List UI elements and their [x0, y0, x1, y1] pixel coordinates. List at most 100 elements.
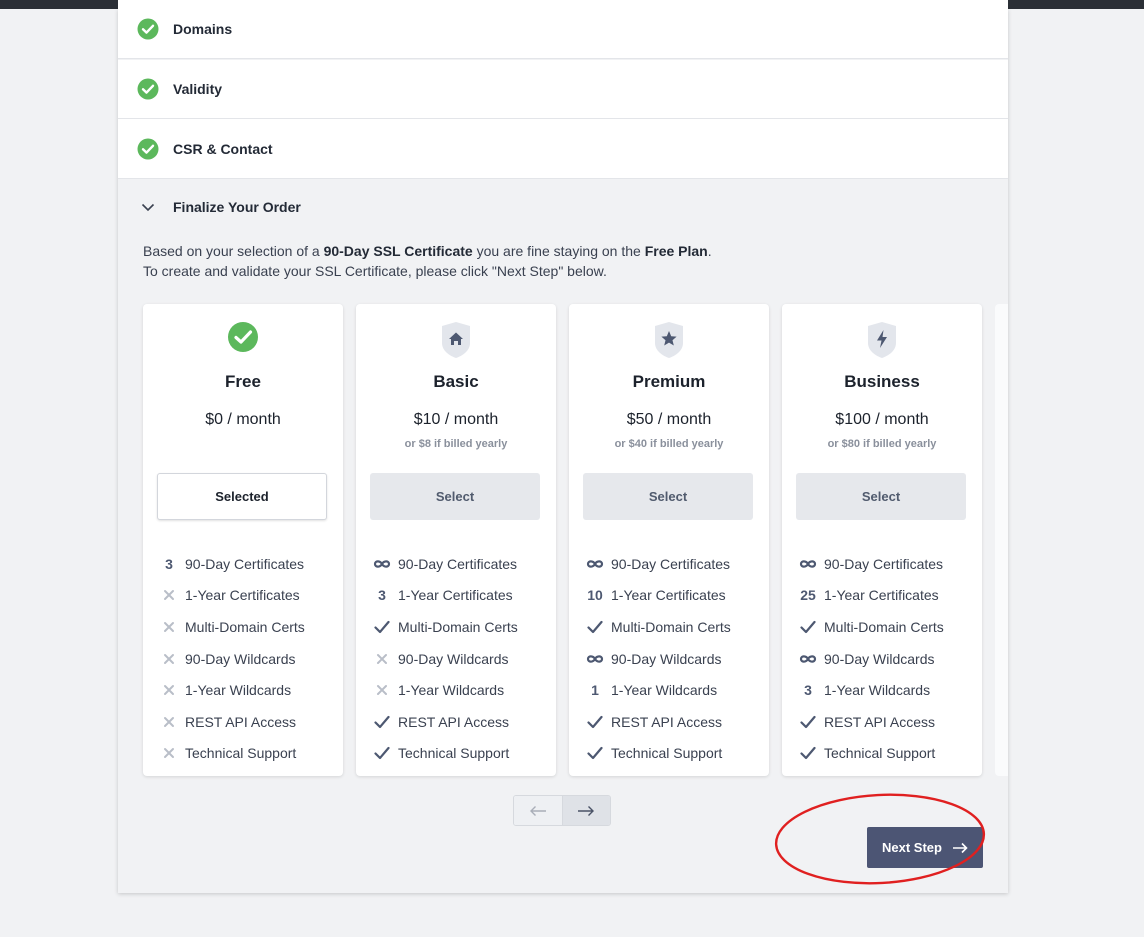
plan-name: Basic [433, 372, 479, 391]
intro-text: you are fine staying on the [472, 243, 645, 259]
plan-feature: 90-Day Wildcards [586, 649, 721, 669]
feature-label: Multi-Domain Certs [398, 619, 518, 635]
step-csr-contact[interactable]: CSR & Contact [118, 119, 1008, 179]
feature-label: Technical Support [824, 745, 936, 761]
arrow-left-icon [529, 805, 546, 816]
feature-label: 90-Day Wildcards [398, 651, 509, 667]
step-label: Domains [173, 21, 233, 37]
plan-feature: Multi-Domain Certs [373, 617, 518, 637]
plan-feature: 90-Day Wildcards [373, 649, 508, 669]
home-shield-icon [440, 321, 472, 359]
plan-pager [513, 795, 611, 826]
check-icon [799, 713, 817, 731]
check-circle-icon [137, 78, 159, 100]
plan-feature: REST API Access [160, 712, 296, 732]
plan-feature: 1-Year Wildcards [160, 680, 291, 700]
feature-label: 90-Day Certificates [611, 556, 731, 572]
plan-feature: 3 90-Day Certificates [160, 554, 304, 574]
plan-price: $100 / month [835, 411, 929, 428]
count-value: 3 [378, 587, 386, 603]
arrow-right-icon [578, 805, 595, 816]
feature-label: 1-Year Wildcards [824, 682, 931, 698]
infinity-icon [799, 650, 817, 668]
check-circle-icon [137, 138, 159, 159]
feature-label: 1-Year Wildcards [398, 682, 505, 698]
cross-icon [160, 681, 178, 699]
plan-selected-button[interactable]: Selected [157, 473, 327, 520]
intro-text: Based on your selection of a [143, 243, 324, 259]
plan-yearly-price: or $80 if billed yearly [827, 438, 937, 450]
feature-label: REST API Access [824, 714, 936, 730]
feature-label: 1-Year Wildcards [185, 682, 292, 698]
feature-label: 90-Day Certificates [824, 556, 944, 572]
chevron-down-icon [141, 203, 155, 212]
feature-label: 90-Day Wildcards [185, 651, 296, 667]
step-validity[interactable]: Validity [118, 60, 1008, 119]
check-icon [586, 744, 604, 762]
check-icon [799, 744, 817, 762]
plan-feature: 10 1-Year Certificates [586, 585, 726, 605]
plan-price: $0 / month [205, 411, 281, 428]
feature-label: 90-Day Wildcards [611, 651, 722, 667]
plan-feature: Multi-Domain Certs [799, 617, 944, 637]
plan-card-basic: Basic $10 / month or $8 if billed yearly Se… [356, 304, 556, 776]
feature-label: REST API Access [185, 714, 297, 730]
infinity-icon [586, 555, 604, 573]
plan-feature: Technical Support [586, 743, 722, 763]
infinity-icon [799, 555, 817, 573]
step-label: Validity [173, 81, 223, 97]
feature-label: 90-Day Wildcards [824, 651, 935, 667]
feature-label: 1-Year Certificates [611, 587, 726, 603]
star-shield-icon [653, 321, 685, 359]
cross-icon [160, 650, 178, 668]
plan-feature: 90-Day Certificates [799, 554, 943, 574]
plan-feature: 90-Day Wildcards [160, 649, 295, 669]
plan-feature: 90-Day Certificates [373, 554, 517, 574]
bolt-shield-icon [866, 321, 898, 359]
count-value: 10 [587, 587, 603, 603]
feature-label: REST API Access [611, 714, 723, 730]
step-domains[interactable]: Domains [118, 0, 1008, 59]
plan-select-button[interactable]: Select [796, 473, 966, 520]
plan-name: Business [844, 372, 920, 391]
feature-label: Technical Support [185, 745, 297, 761]
feature-label: Technical Support [398, 745, 510, 761]
plan-feature: 3 1-Year Wildcards [799, 680, 930, 700]
cross-icon [373, 650, 391, 668]
count-value: 3 [165, 556, 173, 572]
count-value: 25 [800, 587, 816, 603]
infinity-icon [373, 555, 391, 573]
count-value: 1 [591, 682, 599, 698]
feature-label: 1-Year Certificates [398, 587, 513, 603]
plan-feature: REST API Access [586, 712, 722, 732]
feature-label: 1-Year Certificates [824, 587, 939, 603]
plan-select-button[interactable]: Select [583, 473, 753, 520]
step-finalize-order[interactable]: Finalize Your Order [118, 188, 1008, 228]
finalize-title: Finalize Your Order [173, 199, 301, 215]
order-panel: Domains Validity CSR & Contact Finalize … [118, 0, 1008, 893]
intro-cert-type: 90-Day SSL Certificate [323, 243, 473, 259]
plan-yearly-price: or $40 if billed yearly [614, 438, 724, 450]
pager-prev-button[interactable] [514, 796, 563, 825]
check-icon [586, 618, 604, 636]
plan-select-button[interactable]: Select [370, 473, 540, 520]
plan-price: $10 / month [413, 411, 499, 428]
plan-name: Free [225, 372, 261, 391]
plan-card-free: Free $0 / month Selected 3 90-Day Certificat… [143, 304, 343, 776]
feature-label: 90-Day Certificates [185, 556, 305, 572]
plan-feature: 3 1-Year Certificates [373, 585, 513, 605]
plan-yearly-price: or $8 if billed yearly [404, 438, 508, 450]
cross-icon [160, 618, 178, 636]
intro-plan-name: Free Plan [644, 243, 708, 259]
feature-label: Multi-Domain Certs [824, 619, 944, 635]
plan-feature: 1-Year Certificates [160, 585, 300, 605]
green-check-icon [227, 321, 259, 359]
intro-instruction: To create and validate your SSL Certific… [143, 263, 607, 279]
feature-label: REST API Access [398, 714, 510, 730]
pager-next-button[interactable] [562, 796, 610, 825]
feature-label: 1-Year Certificates [185, 587, 300, 603]
check-icon [373, 744, 391, 762]
step-label: CSR & Contact [173, 140, 273, 157]
plan-feature: Multi-Domain Certs [160, 617, 305, 637]
check-icon [373, 713, 391, 731]
